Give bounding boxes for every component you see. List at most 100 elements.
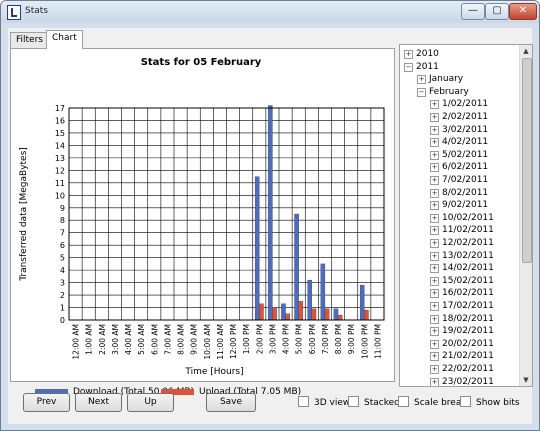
tree-node-label: 3/02/2011 bbox=[442, 124, 489, 135]
tree-node-day[interactable]: +9/02/2011 bbox=[430, 199, 488, 211]
tree-node-label: 22/02/2011 bbox=[442, 364, 494, 374]
tree-node-day[interactable]: +13/02/2011 bbox=[430, 250, 494, 262]
x-tick-label: 9:00 AM bbox=[190, 324, 199, 355]
expand-icon[interactable]: + bbox=[430, 289, 439, 299]
expand-icon[interactable]: + bbox=[430, 302, 439, 311]
expand-icon[interactable]: + bbox=[430, 377, 439, 386]
tree-node-day[interactable]: +19/02/2011 bbox=[430, 325, 494, 337]
y-tick-label: 5 bbox=[60, 254, 65, 263]
tree-node-day[interactable]: +23/02/2011 bbox=[430, 376, 494, 386]
tree-node-label: 6/02/2011 bbox=[442, 162, 489, 173]
tree-node-day[interactable]: +12/02/2011 bbox=[430, 237, 494, 249]
maximize-button[interactable]: ▢ bbox=[485, 3, 509, 20]
tree-node-day[interactable]: +18/02/2011 bbox=[430, 313, 494, 325]
expand-icon[interactable]: + bbox=[430, 327, 439, 337]
up-button[interactable]: Up bbox=[127, 393, 174, 412]
expand-icon[interactable]: + bbox=[430, 163, 439, 173]
tree-node-day[interactable]: +2/02/2011 bbox=[430, 111, 488, 123]
tree-node-year[interactable]: +2010 bbox=[404, 48, 439, 60]
tree-node-day[interactable]: +15/02/2011 bbox=[430, 275, 494, 287]
expand-icon[interactable]: + bbox=[430, 264, 439, 274]
tree-node-day[interactable]: +1/02/2011 bbox=[430, 98, 488, 110]
close-button[interactable]: ✕ bbox=[509, 3, 537, 20]
tree-node-day[interactable]: +6/02/2011 bbox=[430, 161, 488, 173]
collapse-icon[interactable]: − bbox=[417, 87, 426, 97]
x-tick-label: 12:00 PM bbox=[229, 324, 238, 359]
stacked-checkbox[interactable]: Stacked bbox=[348, 396, 400, 408]
minimize-button[interactable]: — bbox=[461, 3, 485, 20]
bar-upload bbox=[364, 309, 369, 321]
tree-node-year[interactable]: −2011 bbox=[404, 61, 439, 73]
tree-node-label: 18/02/2011 bbox=[442, 313, 494, 324]
scale-break-checkbox[interactable]: Scale break bbox=[398, 396, 467, 408]
scroll-up-arrow-icon[interactable]: ▲ bbox=[520, 45, 532, 57]
expand-icon[interactable]: + bbox=[430, 138, 439, 148]
scroll-down-arrow-icon[interactable]: ▼ bbox=[520, 374, 532, 386]
expand-icon[interactable]: + bbox=[430, 314, 439, 324]
date-tree: +2010−2011 + January − February +1/02/2011 +2/… bbox=[399, 44, 533, 387]
tree-node-day[interactable]: +21/02/2011 bbox=[430, 350, 494, 362]
expand-icon[interactable]: + bbox=[430, 339, 439, 349]
y-tick-label: 8 bbox=[60, 216, 65, 225]
tree-node-day[interactable]: +22/02/2011 bbox=[430, 363, 494, 375]
3d-view-checkbox[interactable]: 3D view bbox=[298, 396, 350, 408]
expand-icon[interactable]: + bbox=[430, 276, 439, 286]
tree-node-day[interactable]: +11/02/2011 bbox=[430, 224, 494, 236]
expand-icon[interactable]: + bbox=[430, 113, 439, 122]
x-tick-label: 4:00 AM bbox=[124, 324, 133, 355]
checkbox-box[interactable] bbox=[398, 396, 409, 407]
y-tick-label: 13 bbox=[55, 154, 65, 163]
expand-icon[interactable]: + bbox=[430, 365, 439, 374]
tree-node-day[interactable]: +20/02/2011 bbox=[430, 338, 494, 350]
tree-node-day[interactable]: +4/02/2011 bbox=[430, 136, 488, 148]
x-tick-label: 9:00 PM bbox=[347, 324, 356, 354]
app-icon bbox=[7, 5, 21, 20]
tab-chart[interactable]: Chart bbox=[46, 30, 83, 49]
expand-icon[interactable]: + bbox=[430, 150, 439, 160]
expand-icon[interactable]: + bbox=[430, 176, 439, 185]
tree-node-day[interactable]: +7/02/2011 bbox=[430, 174, 488, 186]
expand-icon[interactable]: + bbox=[430, 239, 439, 248]
tree-node-day[interactable]: +10/02/2011 bbox=[430, 212, 494, 224]
title-bar[interactable]: Stats — ▢ ✕ bbox=[1, 1, 539, 23]
tree-node-day[interactable]: +3/02/2011 bbox=[430, 124, 488, 136]
expand-icon[interactable]: + bbox=[430, 213, 439, 223]
scroll-thumb[interactable] bbox=[522, 58, 532, 263]
x-axis-label: Time [Hours] bbox=[184, 367, 243, 377]
tree-node-label: 17/02/2011 bbox=[442, 301, 494, 311]
tree-node-day[interactable]: +14/02/2011 bbox=[430, 262, 494, 274]
save-button[interactable]: Save bbox=[206, 393, 256, 412]
tree-node-label: 5/02/2011 bbox=[442, 149, 489, 160]
expand-icon[interactable]: + bbox=[430, 100, 439, 110]
expand-icon[interactable]: + bbox=[430, 226, 439, 236]
y-tick-label: 1 bbox=[60, 304, 65, 313]
checkbox-box[interactable] bbox=[460, 396, 471, 407]
tree-node-day[interactable]: +8/02/2011 bbox=[430, 187, 488, 199]
tree-node-month[interactable]: + January bbox=[417, 73, 463, 85]
tree-scrollbar[interactable]: ▲ ▼ bbox=[519, 45, 532, 386]
expand-icon[interactable]: + bbox=[404, 50, 413, 59]
tree-node-month[interactable]: − February bbox=[417, 86, 469, 98]
expand-icon[interactable]: + bbox=[430, 188, 439, 198]
tree-node-label: 19/02/2011 bbox=[442, 326, 494, 337]
collapse-icon[interactable]: − bbox=[404, 62, 413, 72]
tree-node-label: 21/02/2011 bbox=[442, 351, 494, 362]
tree-node-day[interactable]: +17/02/2011 bbox=[430, 300, 494, 312]
y-tick-label: 16 bbox=[55, 116, 65, 125]
expand-icon[interactable]: + bbox=[430, 352, 439, 362]
tab-filters[interactable]: Filters bbox=[10, 32, 49, 48]
tree-node-label: 11/02/2011 bbox=[442, 225, 494, 236]
checkbox-box[interactable] bbox=[298, 396, 309, 407]
expand-icon[interactable]: + bbox=[430, 125, 439, 135]
x-tick-label: 12:00 AM bbox=[72, 324, 81, 360]
next-button[interactable]: Next bbox=[75, 393, 122, 412]
expand-icon[interactable]: + bbox=[430, 251, 439, 261]
prev-button[interactable]: Prev bbox=[23, 393, 70, 412]
tree-node-day[interactable]: +5/02/2011 bbox=[430, 149, 488, 161]
expand-icon[interactable]: + bbox=[417, 75, 426, 85]
tree-node-day[interactable]: +16/02/2011 bbox=[430, 287, 494, 299]
checkbox-box[interactable] bbox=[348, 396, 359, 407]
expand-icon[interactable]: + bbox=[430, 201, 439, 211]
show-bits-checkbox[interactable]: Show bits bbox=[460, 396, 520, 408]
bar-upload bbox=[259, 303, 264, 321]
